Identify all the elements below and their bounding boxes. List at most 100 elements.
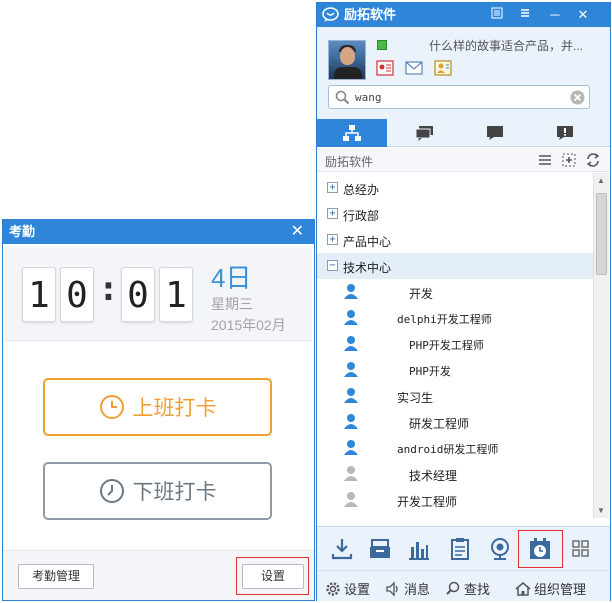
bottom-messages-button[interactable]: 消息 <box>385 579 430 598</box>
tree-node-department[interactable]: + 总经办 <box>317 175 593 201</box>
collapse-toggle[interactable]: − <box>327 260 338 271</box>
download-icon[interactable] <box>328 535 356 563</box>
member-title: 开发工程师 <box>397 495 458 509</box>
member-title: 实习生 <box>397 391 434 405</box>
department-label: 行政部 <box>343 209 380 223</box>
expand-toggle[interactable]: + <box>327 234 338 245</box>
tree-node-department[interactable]: − 技术中心 <box>317 253 593 279</box>
member-item[interactable]: 开发 <box>317 279 593 305</box>
department-label: 总经办 <box>343 183 380 197</box>
bottom-settings-button[interactable]: 设置 <box>325 579 370 598</box>
bottom-org-button[interactable]: 组织管理 <box>515 579 586 598</box>
tab-organization[interactable] <box>317 119 387 147</box>
magnifier-icon <box>446 581 460 595</box>
contacts-icon[interactable] <box>433 59 453 77</box>
search-icon <box>335 90 350 105</box>
member-title: 开发 <box>409 287 434 301</box>
search-box[interactable] <box>328 85 590 109</box>
department-label: 技术中心 <box>343 261 392 275</box>
tab-notices[interactable] <box>530 119 600 147</box>
user-online-icon <box>344 414 358 429</box>
apps-grid-icon[interactable] <box>567 535 595 563</box>
member-item[interactable]: PHP开发工程师 <box>317 331 593 357</box>
messenger-titlebar[interactable]: 励拓软件 ─ ✕ <box>317 3 610 27</box>
tree-node-department[interactable]: + 行政部 <box>317 201 593 227</box>
date-year-month: 2015年02月 <box>211 317 286 333</box>
app-title: 励拓软件 <box>344 7 397 22</box>
tree-node-department[interactable]: + 产品中心 <box>317 227 593 253</box>
date-day: 4日 <box>211 263 252 293</box>
tree-scrollbar[interactable]: ▲ ▼ <box>593 173 609 518</box>
webcam-icon[interactable] <box>486 535 514 563</box>
bottom-messages-label: 消息 <box>404 582 431 597</box>
search-input[interactable] <box>355 89 555 105</box>
scroll-down-icon[interactable]: ▼ <box>597 506 605 515</box>
messenger-window: 励拓软件 ─ ✕ 什么样的故事适合产品，并... wang 励拓软件 + 总经办… <box>316 2 611 601</box>
clipboard-icon[interactable] <box>446 535 474 563</box>
member-title: android研发工程师 <box>397 443 499 456</box>
tab-recent-chats[interactable] <box>460 119 530 147</box>
gear-icon <box>326 581 340 596</box>
speaker-icon <box>386 580 398 597</box>
bottom-find-label: 查找 <box>464 582 491 597</box>
refresh-icon[interactable] <box>585 152 601 168</box>
department-label: 产品中心 <box>343 235 392 249</box>
member-item[interactable]: 开发工程师 <box>317 487 593 513</box>
member-item[interactable]: 研发工程师 <box>317 409 593 435</box>
attendance-titlebar[interactable]: 考勤 ✕ <box>3 220 314 244</box>
contact-card-icon[interactable] <box>375 59 395 77</box>
archive-icon[interactable] <box>366 535 394 563</box>
bottom-bar: 设置 消息 查找 组织管理 <box>317 570 610 601</box>
user-online-icon <box>344 310 358 325</box>
skin-icon[interactable] <box>485 3 509 27</box>
date-weekday: 星期三 <box>211 296 253 312</box>
settings-highlight-box: 设置 <box>236 557 309 595</box>
user-online-icon <box>344 284 358 299</box>
org-tree-icon <box>343 125 361 141</box>
bottom-find-button[interactable]: 查找 <box>445 579 490 598</box>
clock-panel: 1 0 : 0 1 4日 星期三 2015年02月 <box>5 246 312 341</box>
clock-out-button[interactable]: 下班打卡 <box>43 462 272 520</box>
bar-chart-icon[interactable] <box>405 535 433 563</box>
attendance-manage-button[interactable]: 考勤管理 <box>18 564 94 589</box>
clock-digit-hour-ones: 0 <box>60 267 94 322</box>
expand-toggle[interactable]: + <box>327 208 338 219</box>
clock-in-button[interactable]: 上班打卡 <box>43 378 272 436</box>
close-icon[interactable]: ✕ <box>291 220 304 244</box>
clock-icon <box>99 479 124 503</box>
user-online-icon <box>344 440 358 455</box>
profile-panel: 什么样的故事适合产品，并... <box>317 27 610 119</box>
tab-groups[interactable] <box>390 119 460 147</box>
clock-digit-minute-tens: 0 <box>121 267 155 322</box>
close-button[interactable]: ✕ <box>571 3 595 27</box>
add-contact-icon[interactable] <box>561 152 577 168</box>
minimize-button[interactable]: ─ <box>543 3 567 27</box>
scrollbar-thumb[interactable] <box>596 193 607 275</box>
member-item[interactable]: android研发工程师 <box>317 435 593 461</box>
member-title: 技术经理 <box>409 469 458 483</box>
member-item[interactable]: PHP开发 <box>317 357 593 383</box>
list-view-icon[interactable] <box>537 152 553 168</box>
profile-signature[interactable]: 什么样的故事适合产品，并... <box>429 37 583 54</box>
clock-digit-hour-tens: 1 <box>22 267 56 322</box>
attendance-calendar-icon[interactable] <box>526 535 554 563</box>
notice-icon <box>557 126 573 140</box>
clear-search-icon[interactable] <box>570 90 585 105</box>
chat-bubble-icon <box>487 126 503 140</box>
attendance-window: 考勤 ✕ 1 0 : 0 1 4日 星期三 2015年02月 上班打卡 下班打卡… <box>2 219 315 601</box>
avatar[interactable] <box>328 40 366 80</box>
menu-icon[interactable] <box>513 3 537 27</box>
mail-icon[interactable] <box>404 59 424 77</box>
app-toolbar <box>317 526 610 570</box>
member-item[interactable]: delphi开发工程师 <box>317 305 593 331</box>
member-item[interactable]: 实习生 <box>317 383 593 409</box>
scroll-up-icon[interactable]: ▲ <box>597 176 605 185</box>
expand-toggle[interactable]: + <box>327 182 338 193</box>
user-offline-icon <box>344 492 358 507</box>
member-item[interactable]: 技术经理 <box>317 461 593 487</box>
group-chat-icon <box>415 126 433 141</box>
online-status-icon[interactable] <box>377 40 387 50</box>
user-online-icon <box>344 336 358 351</box>
member-title: 研发工程师 <box>409 417 470 431</box>
attendance-settings-button[interactable]: 设置 <box>242 564 304 589</box>
